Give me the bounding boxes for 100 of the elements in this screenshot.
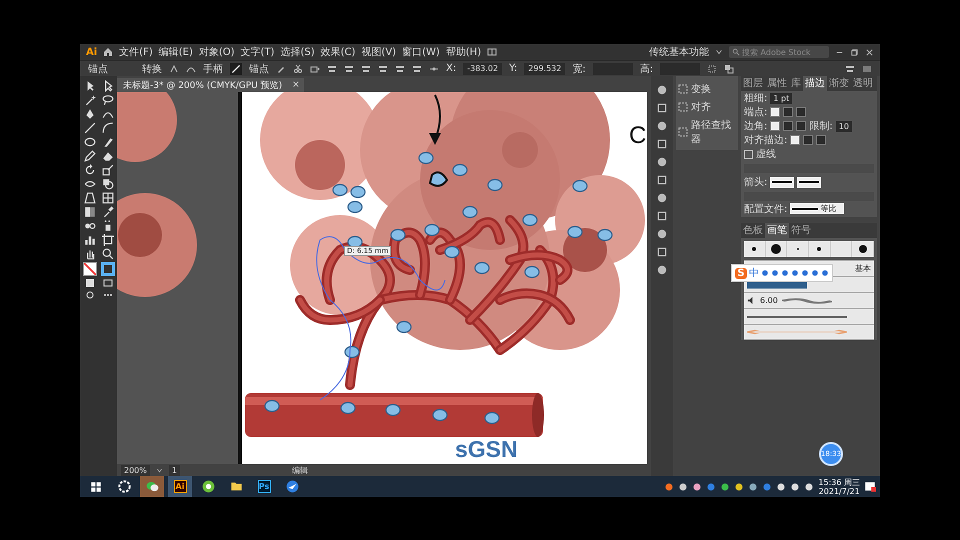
panel-item[interactable]: 对齐 xyxy=(676,100,738,114)
panel-tab[interactable]: 库 xyxy=(789,76,803,91)
menu-item[interactable]: 帮助(H) xyxy=(446,45,482,59)
menu-item[interactable]: 效果(C) xyxy=(320,45,356,59)
pointer-icon[interactable] xyxy=(102,80,114,92)
close-button[interactable]: × xyxy=(288,78,304,92)
blend-icon[interactable] xyxy=(84,220,96,232)
align-bottom-icon[interactable] xyxy=(412,64,422,74)
panel-tab[interactable]: 属性 xyxy=(765,76,789,91)
scissors-icon[interactable] xyxy=(293,64,303,74)
menu-item[interactable]: 窗口(W) xyxy=(402,45,440,59)
align-middle-icon[interactable] xyxy=(395,64,405,74)
mesh-icon[interactable] xyxy=(102,192,114,204)
perspective-icon[interactable] xyxy=(84,192,96,204)
screen-mode-icon[interactable] xyxy=(103,278,113,288)
cap-button[interactable] xyxy=(770,107,780,117)
line-icon[interactable] xyxy=(84,122,96,134)
align-center-icon[interactable] xyxy=(344,64,354,74)
align-stroke-button[interactable] xyxy=(790,135,800,145)
arrange-icon[interactable] xyxy=(724,64,734,74)
gradient-icon[interactable] xyxy=(84,206,96,218)
app-icon[interactable]: Ps xyxy=(258,480,270,493)
gradient-icon[interactable] xyxy=(656,102,668,114)
folder-icon[interactable] xyxy=(230,480,242,493)
notification-icon[interactable] xyxy=(864,480,876,492)
panel-tab[interactable]: 图层 xyxy=(741,76,765,91)
brush-dot-icon[interactable] xyxy=(858,244,868,254)
brush-icon[interactable] xyxy=(102,136,114,148)
globe-icon[interactable] xyxy=(202,480,214,493)
scale-icon[interactable] xyxy=(102,164,114,176)
panel-tab[interactable]: 色板 xyxy=(741,223,765,238)
color-mode-icon[interactable] xyxy=(85,278,95,288)
eraser-icon[interactable] xyxy=(102,150,114,162)
document-tab[interactable]: 未标题-3* @ 200% (CMYK/GPU 预览) xyxy=(117,78,288,92)
align-right-icon[interactable] xyxy=(361,64,371,74)
corner-button[interactable] xyxy=(796,121,806,131)
taskbar-item[interactable]: Ps xyxy=(252,476,276,497)
chart-icon[interactable] xyxy=(84,234,96,246)
rotate-icon[interactable] xyxy=(84,164,96,176)
app-icon[interactable]: Ai xyxy=(174,480,186,493)
shape-builder-icon[interactable] xyxy=(102,178,114,190)
taskbar-item[interactable]: Ai xyxy=(168,476,192,497)
height-field[interactable] xyxy=(660,62,700,74)
panel-tab[interactable]: 透明 xyxy=(851,76,875,91)
corner-point-icon[interactable] xyxy=(169,64,179,74)
clock[interactable]: 15:36 周三 2021/7/21 xyxy=(818,478,860,496)
bird-icon[interactable] xyxy=(286,480,298,493)
caret-icon[interactable] xyxy=(156,466,163,474)
menu-item[interactable]: 视图(V) xyxy=(361,45,396,59)
width-icon[interactable] xyxy=(84,178,96,190)
align-top-icon[interactable] xyxy=(378,64,388,74)
menu-icon[interactable] xyxy=(862,64,872,74)
restore-icon[interactable] xyxy=(850,48,859,56)
selection-path[interactable] xyxy=(316,236,446,400)
pencil-icon[interactable] xyxy=(84,150,96,162)
menu-item[interactable]: 文字(T) xyxy=(240,45,274,59)
menu-item[interactable]: 文件(F) xyxy=(119,45,153,59)
caret-icon[interactable] xyxy=(715,48,723,56)
profile-dropdown[interactable]: 等比 xyxy=(790,203,844,214)
ime-mode[interactable]: 中 xyxy=(749,266,759,280)
menu-item[interactable]: 对象(O) xyxy=(198,45,235,59)
magnifier-icon[interactable] xyxy=(102,248,114,260)
panel-tab[interactable]: 画笔 xyxy=(765,223,789,238)
draw-mode-icon[interactable] xyxy=(85,290,95,300)
hand-icon[interactable] xyxy=(84,248,96,260)
panel-item[interactable]: 路径查找器 xyxy=(676,118,738,146)
zoom-field[interactable]: 200% xyxy=(121,464,150,476)
panel-tab[interactable]: 渐变 xyxy=(827,76,851,91)
cap-button[interactable] xyxy=(783,107,794,117)
y-field[interactable]: 299.532 xyxy=(524,62,566,74)
limit-field[interactable]: 10 xyxy=(836,120,852,132)
panel-tab[interactable]: 符号 xyxy=(789,223,813,238)
artboard-field[interactable]: 1 xyxy=(168,464,180,476)
panel-item[interactable]: 变换 xyxy=(676,82,738,96)
arrowhead-dropdown[interactable] xyxy=(797,176,822,188)
artboard-icon[interactable] xyxy=(102,234,114,246)
align-stroke-button[interactable] xyxy=(803,135,814,145)
menu-item[interactable]: 选择(S) xyxy=(280,45,315,59)
wand-icon[interactable] xyxy=(84,94,96,106)
menu-item[interactable]: 编辑(E) xyxy=(158,45,193,59)
stroke-swatch[interactable] xyxy=(101,262,115,276)
cap-button[interactable] xyxy=(796,107,806,117)
align-left-icon[interactable] xyxy=(327,64,337,74)
panel-tab[interactable]: 描边 xyxy=(803,76,827,91)
isolate-icon[interactable] xyxy=(707,64,718,74)
curve-icon[interactable] xyxy=(102,122,114,134)
home-icon[interactable] xyxy=(103,47,114,57)
corner-button[interactable] xyxy=(770,121,780,131)
arrowhead-dropdown[interactable] xyxy=(770,176,794,188)
workspace-menu[interactable]: 传统基本功能 xyxy=(649,45,709,59)
close-icon[interactable] xyxy=(865,48,874,56)
weight-field[interactable]: 1 pt xyxy=(770,92,792,104)
width-field[interactable] xyxy=(592,62,633,74)
fan-icon[interactable] xyxy=(118,480,130,493)
align-stroke-button[interactable] xyxy=(816,135,826,145)
chat-bubble-icon[interactable] xyxy=(146,480,158,493)
align-panel-icon[interactable] xyxy=(845,64,855,74)
corner-button[interactable] xyxy=(783,121,794,131)
windows-icon[interactable] xyxy=(90,480,102,492)
x-field[interactable]: -383.02 xyxy=(463,62,502,74)
